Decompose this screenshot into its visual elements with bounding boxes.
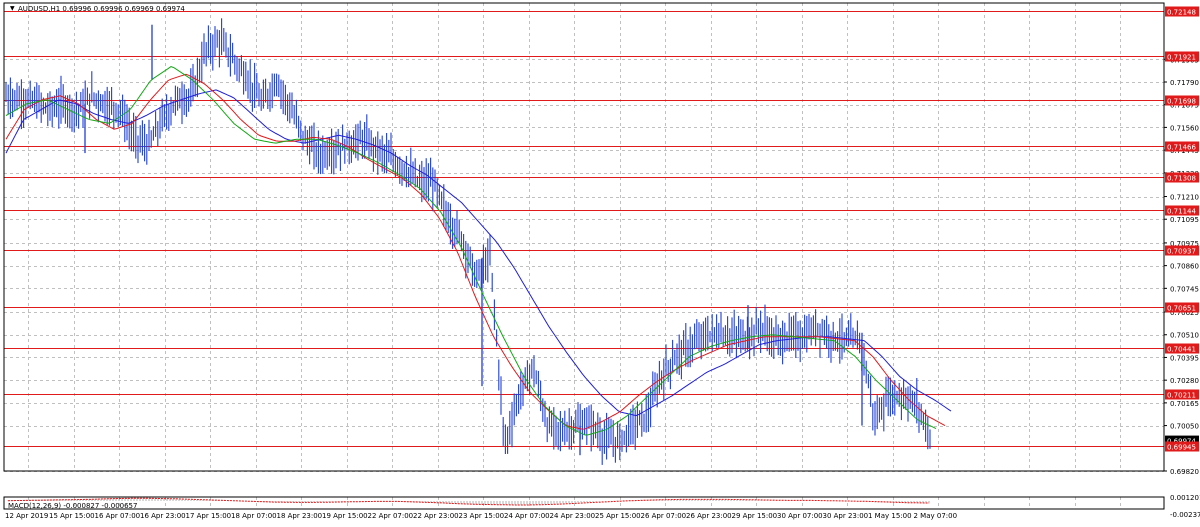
time-axis-label: 26 Apr 07:00 xyxy=(641,512,687,520)
time-axis-label: 22 Apr 07:00 xyxy=(368,512,414,520)
candlestick-chart[interactable]: 0.719050.717900.716750.715600.714450.713… xyxy=(0,0,1200,523)
level-label: 0.71144 xyxy=(1167,208,1196,216)
chart-title: AUDUSD,H1 0.69996 0.69996 0.69969 0.6997… xyxy=(18,5,185,13)
macd-tick-label: -0.002373 xyxy=(1170,511,1200,519)
symbol-dropdown-icon[interactable]: ▼ xyxy=(10,5,15,12)
chart-window: 0.719050.717900.716750.715600.714450.713… xyxy=(0,0,1200,523)
level-label: 0.71698 xyxy=(1167,98,1196,106)
time-axis-label: 19 Apr 15:00 xyxy=(322,512,368,520)
time-axis-label: 18 Apr 07:00 xyxy=(231,512,277,520)
level-label: 0.70211 xyxy=(1167,392,1196,400)
level-label: 0.70651 xyxy=(1167,305,1196,313)
level-label: 0.69945 xyxy=(1167,444,1196,452)
time-axis-label: 16 Apr 07:00 xyxy=(95,512,141,520)
price-tick-label: 0.70165 xyxy=(1170,400,1199,408)
price-tick-label: 0.70050 xyxy=(1170,423,1199,431)
time-axis-label: 24 Apr 23:00 xyxy=(550,512,596,520)
price-tick-label: 0.70395 xyxy=(1170,354,1199,362)
price-tick-label: 0.69820 xyxy=(1170,468,1199,476)
macd-tick-label: 0.001201 xyxy=(1170,494,1200,502)
time-axis-label: 25 Apr 15:00 xyxy=(595,512,641,520)
level-label: 0.71308 xyxy=(1167,175,1196,183)
price-tick-label: 0.71210 xyxy=(1170,194,1199,202)
level-label: 0.71921 xyxy=(1167,54,1196,62)
time-axis-label: 29 Apr 15:00 xyxy=(732,512,778,520)
time-axis-label: 17 Apr 15:00 xyxy=(186,512,232,520)
level-label: 0.72148 xyxy=(1167,9,1196,17)
time-axis-label: 16 Apr 23:00 xyxy=(140,512,186,520)
time-axis-label: 30 Apr 07:00 xyxy=(777,512,823,520)
time-axis-label: 15 Apr 15:00 xyxy=(49,512,95,520)
price-tick-label: 0.70860 xyxy=(1170,263,1199,271)
macd-title: MACD(12,26,9) -0.000827 -0.000657 xyxy=(8,502,137,510)
price-tick-label: 0.70745 xyxy=(1170,285,1199,293)
time-axis-label: 26 Apr 23:00 xyxy=(686,512,732,520)
time-axis-label: 18 Apr 23:00 xyxy=(277,512,323,520)
price-tick-label: 0.71790 xyxy=(1170,79,1199,87)
time-axis-label: 2 May 07:00 xyxy=(914,512,958,520)
level-label: 0.70937 xyxy=(1167,248,1196,256)
time-axis-label: 22 Apr 23:00 xyxy=(413,512,459,520)
price-tick-label: 0.70510 xyxy=(1170,332,1199,340)
time-axis-label: 24 Apr 07:00 xyxy=(504,512,550,520)
price-tick-label: 0.71560 xyxy=(1170,124,1199,132)
time-axis-label: 30 Apr 23:00 xyxy=(823,512,869,520)
time-axis-label: 1 May 15:00 xyxy=(868,512,912,520)
level-label: 0.71466 xyxy=(1167,144,1196,152)
time-axis-label: 23 Apr 15:00 xyxy=(459,512,505,520)
price-tick-label: 0.71095 xyxy=(1170,216,1199,224)
time-axis: 12 Apr 2019 15 Apr 15:00 16 Apr 07:00 16 Ap… xyxy=(5,512,957,520)
level-label: 0.70441 xyxy=(1167,346,1196,354)
price-tick-label: 0.70280 xyxy=(1170,377,1199,385)
time-axis-label: 12 Apr 2019 xyxy=(5,512,48,520)
